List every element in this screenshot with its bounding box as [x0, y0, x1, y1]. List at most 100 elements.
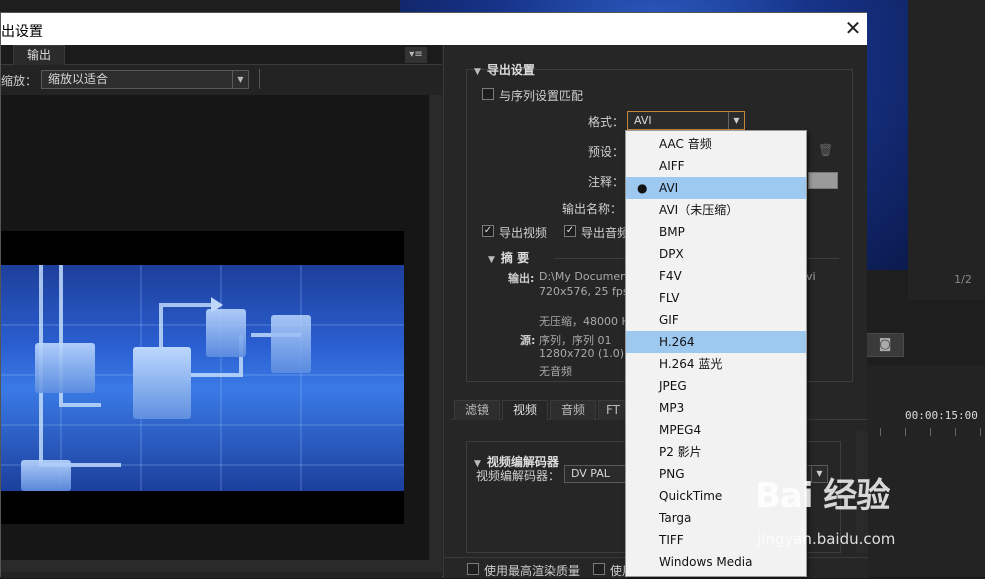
tab-output[interactable]: 输出 — [13, 45, 65, 65]
format-option-label: Windows Media — [659, 555, 753, 569]
timeline-tick — [955, 428, 956, 436]
collapse-triangle-icon[interactable]: ▼ — [474, 67, 481, 77]
format-option[interactable]: MP3 — [626, 397, 806, 419]
preview-pane: 输出 ▾≡ 缩放： 缩放以适合 ▼ — [1, 45, 442, 578]
source-preview-area — [1, 95, 429, 572]
format-option-label: PNG — [659, 467, 685, 481]
format-option-label: H.264 蓝光 — [659, 357, 723, 371]
summary-output-path: D:\My Documents — [539, 270, 638, 283]
summary-header[interactable]: ▼ 摘 要 — [488, 249, 529, 266]
use-option-checkbox[interactable] — [593, 563, 605, 575]
summary-source-audio: 无音频 — [539, 365, 572, 378]
timeline-tick — [930, 428, 931, 436]
dialog-titlebar[interactable]: 出设置 ✕ — [1, 13, 867, 45]
export-settings-header[interactable]: ▼ 导出设置 — [474, 61, 535, 78]
tab-video[interactable]: 视频 — [502, 400, 548, 420]
format-option-label: AIFF — [659, 159, 685, 173]
format-option-label: TIFF — [659, 533, 684, 547]
zoom-select[interactable]: 缩放以适合 ▼ — [41, 70, 249, 89]
export-video-checkbox[interactable]: ✓ — [482, 225, 494, 237]
max-render-quality-label: 使用最高渲染质量 — [484, 564, 581, 578]
format-select[interactable]: AVI ▼ — [627, 111, 745, 130]
format-option-label: Targa — [659, 511, 692, 525]
format-value: AVI — [634, 114, 652, 127]
format-option[interactable]: AVI（未压缩） — [626, 199, 806, 221]
format-option-label: F4V — [659, 269, 682, 283]
format-option-label: MPEG4 — [659, 423, 702, 437]
zoom-value: 缩放以适合 — [48, 72, 109, 86]
trash-icon[interactable]: 🗑 — [818, 143, 833, 157]
format-option-label: QuickTime — [659, 489, 723, 503]
format-option-label: P2 影片 — [659, 445, 702, 459]
page-indicator[interactable]: 1/2 — [946, 272, 980, 288]
program-monitor-side — [908, 0, 985, 300]
summary-output-audio: 无压缩，48000 H — [539, 315, 630, 328]
comment-label: 注释： — [588, 175, 625, 189]
dialog-title: 出设置 — [1, 24, 43, 40]
format-option-label: MP3 — [659, 401, 685, 415]
timeline-tick — [905, 428, 906, 436]
summary-source-sequence: 序列，序列 01 — [539, 334, 612, 347]
vertical-scrollbar[interactable] — [430, 95, 442, 572]
timeline-timecode: 00:00:15:00 — [905, 409, 978, 422]
format-option[interactable]: JPEG — [626, 375, 806, 397]
export-video-label: 导出视频 — [499, 226, 548, 240]
video-codec-label: 视频编解码器： — [476, 469, 561, 483]
format-option-label: JPEG — [659, 379, 687, 393]
watermark-logo: Bai 经验 — [755, 476, 890, 516]
baidu-watermark: Bai 经验 jingyan.baidu.com — [755, 468, 985, 558]
panel-menu-icon[interactable]: ▾≡ — [405, 47, 427, 63]
watermark-url: jingyan.baidu.com — [757, 530, 896, 548]
timeline-tick — [880, 428, 881, 436]
tab-effects[interactable]: 滤镜 — [454, 400, 500, 420]
summary-source-key: 源: — [520, 334, 536, 347]
preset-label: 预设： — [588, 145, 625, 159]
output-name-label: 输出名称： — [562, 202, 623, 216]
comment-field[interactable] — [808, 172, 838, 189]
format-option[interactable]: BMP — [626, 221, 806, 243]
format-option-label: AVI（未压缩） — [659, 203, 739, 217]
format-option[interactable]: H.264 — [626, 331, 806, 353]
format-option-label: BMP — [659, 225, 685, 239]
format-label: 格式： — [588, 115, 625, 129]
collapse-triangle-icon[interactable]: ▼ — [488, 255, 495, 265]
close-icon[interactable]: ✕ — [841, 17, 865, 41]
left-tab-bar: 输出 ▾≡ — [1, 45, 442, 65]
format-option-label: H.264 — [659, 335, 695, 349]
export-settings-title: 导出设置 — [486, 63, 535, 77]
selected-dot-icon: ● — [637, 181, 648, 195]
format-option-label: AVI — [659, 181, 679, 195]
format-option-label: GIF — [659, 313, 679, 327]
preview-graphic — [1, 265, 404, 491]
summary-output-key: 输出: — [508, 272, 535, 285]
chevron-down-icon: ▼ — [728, 112, 744, 129]
video-codec-value: DV PAL — [571, 467, 610, 480]
summary-output-ext: vi — [806, 270, 816, 283]
export-audio-checkbox[interactable]: ✓ — [564, 225, 576, 237]
format-option[interactable]: F4V — [626, 265, 806, 287]
camera-icon[interactable]: ◙ — [866, 333, 904, 357]
zoom-label: 缩放： — [1, 74, 38, 88]
format-option-label: AAC 音频 — [659, 137, 712, 151]
format-option[interactable]: DPX — [626, 243, 806, 265]
format-option-label: DPX — [659, 247, 684, 261]
export-audio-label: 导出音频 — [581, 226, 630, 240]
format-option[interactable]: AAC 音频 — [626, 133, 806, 155]
tab-ftp[interactable]: FT — [598, 400, 628, 420]
format-option[interactable]: H.264 蓝光 — [626, 353, 806, 375]
format-option[interactable]: FLV — [626, 287, 806, 309]
match-sequence-checkbox[interactable] — [482, 88, 494, 100]
format-option[interactable]: GIF — [626, 309, 806, 331]
format-option[interactable]: P2 影片 — [626, 441, 806, 463]
tab-audio[interactable]: 音频 — [550, 400, 596, 420]
divider — [259, 69, 260, 89]
preview-frame — [1, 231, 404, 524]
max-render-quality-checkbox[interactable] — [467, 563, 479, 575]
horizontal-scrollbar[interactable] — [1, 560, 430, 572]
match-sequence-label: 与序列设置匹配 — [499, 89, 584, 103]
format-option[interactable]: AIFF — [626, 155, 806, 177]
format-option[interactable]: MPEG4 — [626, 419, 806, 441]
summary-output-format: 720x576, 25 fps, — [539, 285, 633, 298]
format-option[interactable]: ● AVI — [626, 177, 806, 199]
summary-title: 摘 要 — [500, 251, 530, 265]
